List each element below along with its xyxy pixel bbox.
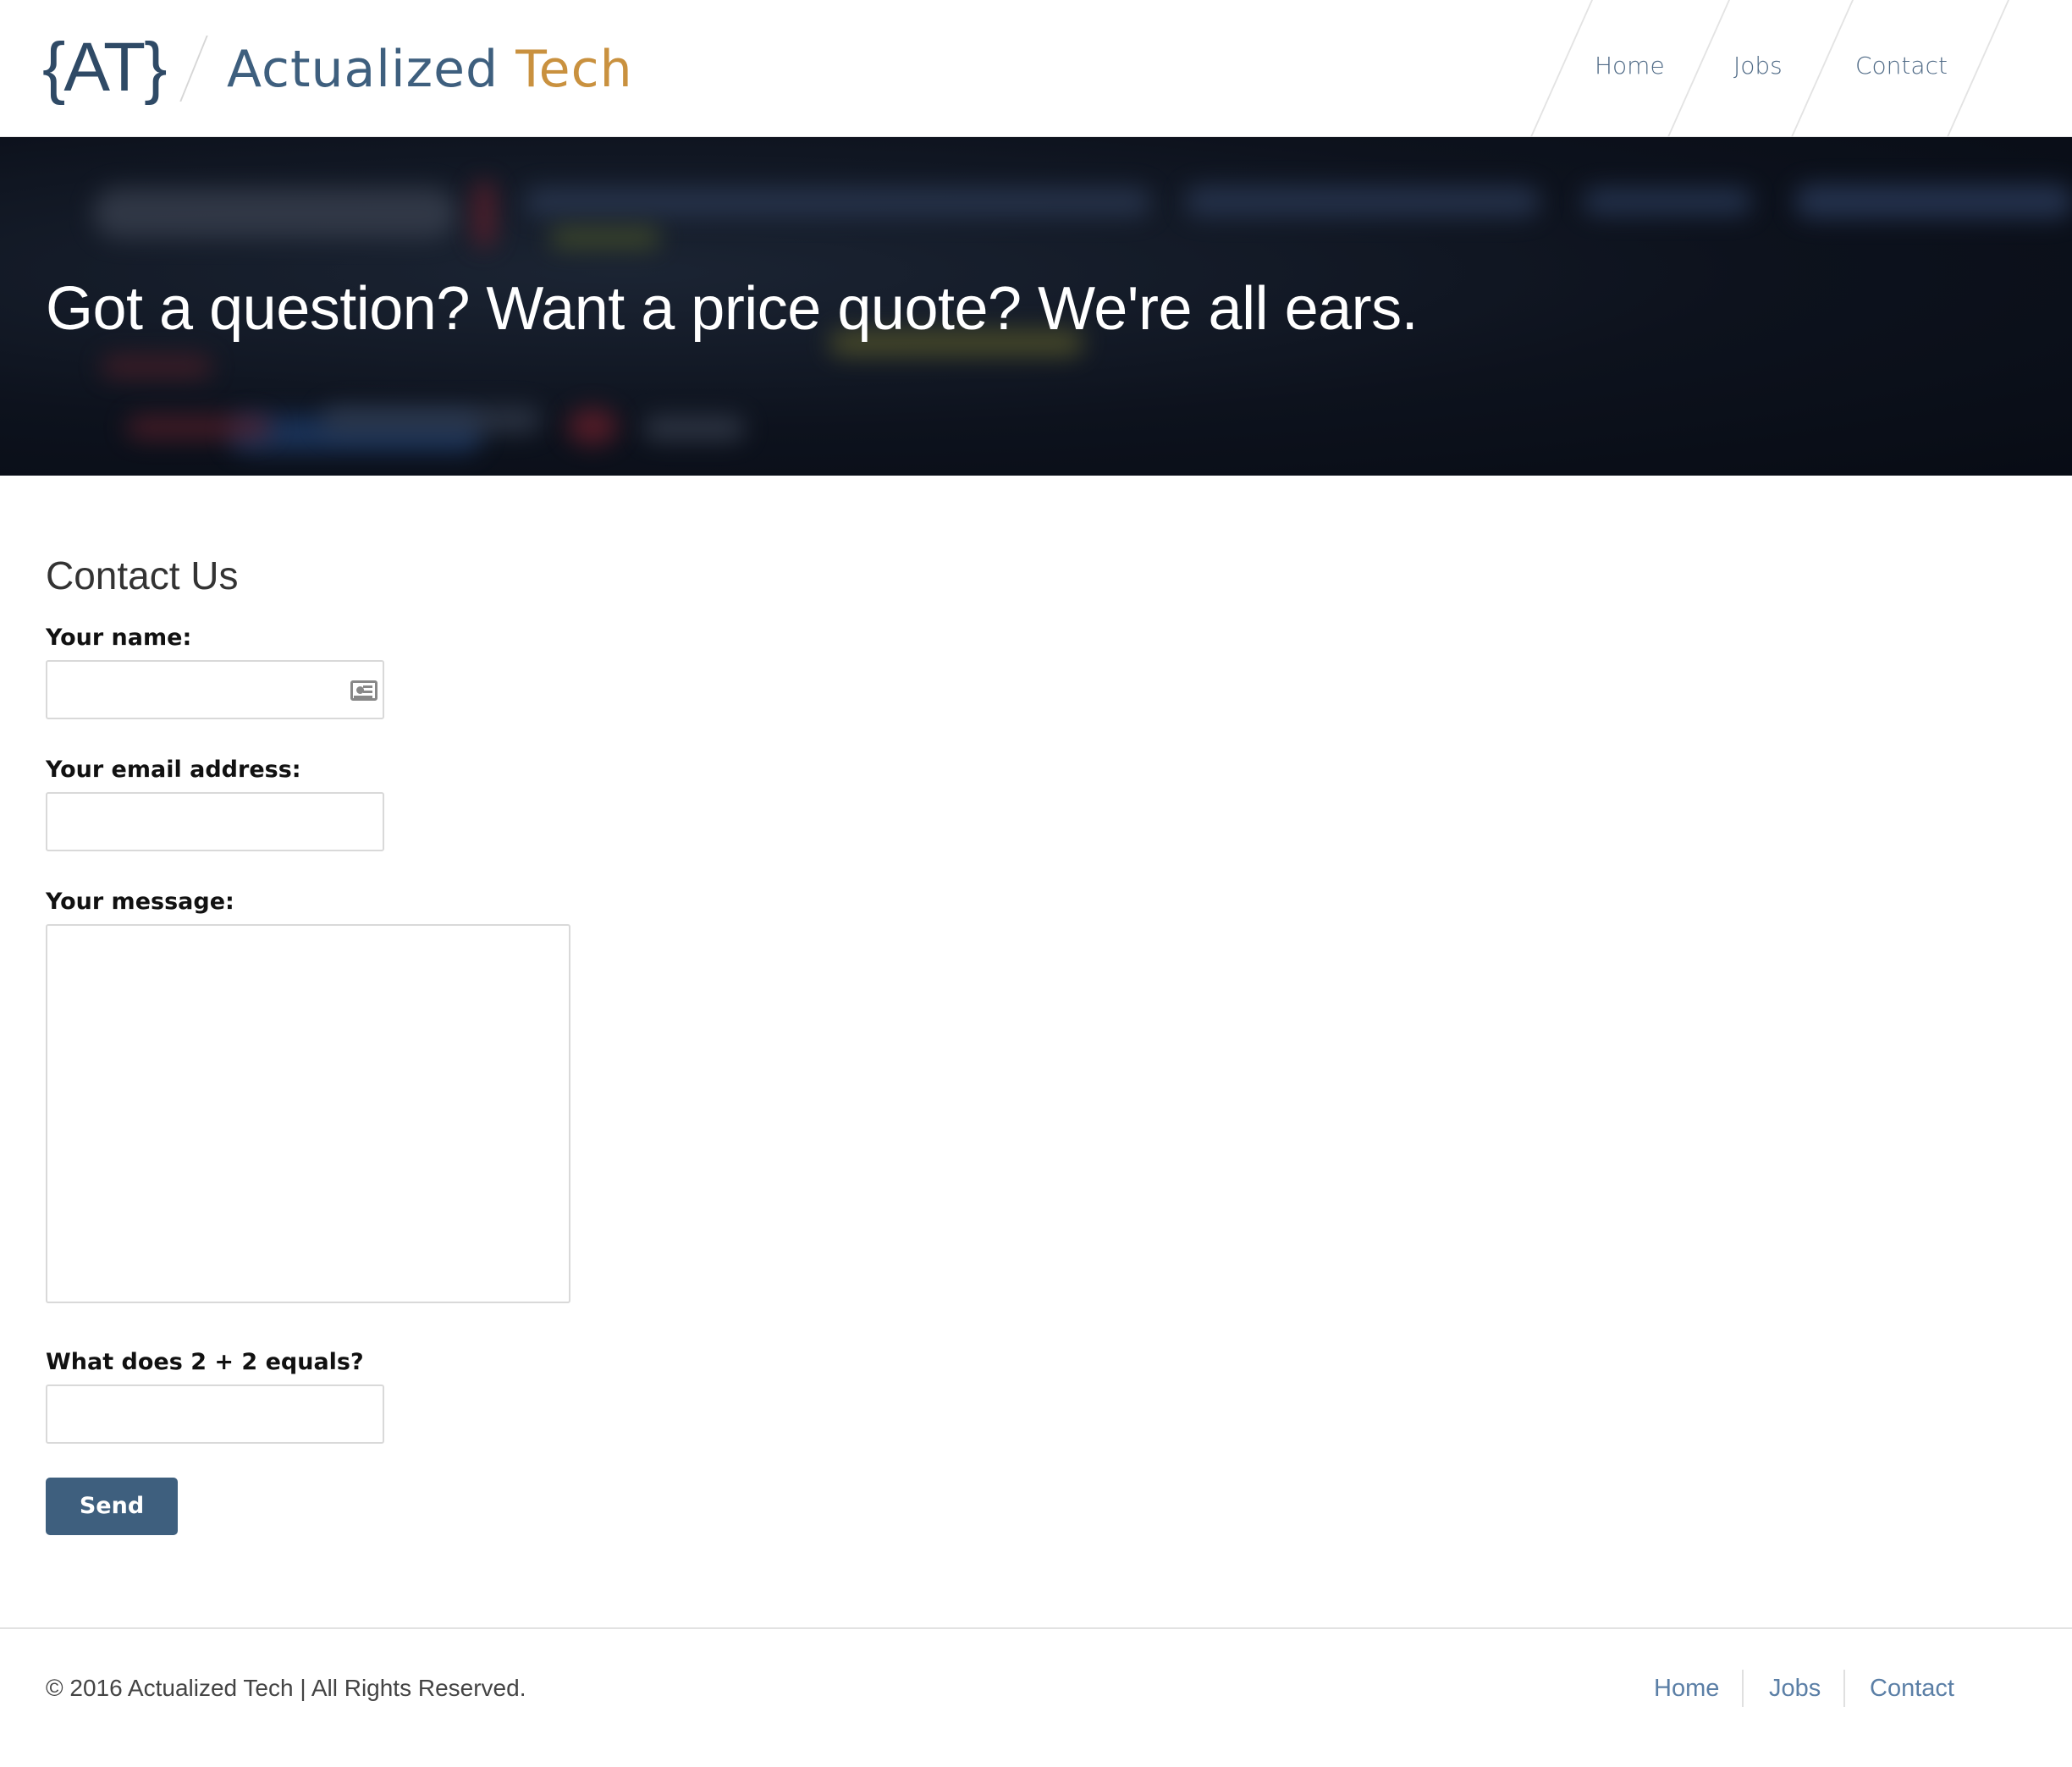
footer-link-contact[interactable]: Contact bbox=[1870, 1671, 1954, 1705]
footer-divider bbox=[1843, 1670, 1845, 1707]
hero-banner: Got a question? Want a price quote? We'r… bbox=[0, 137, 2072, 476]
contact-card-icon-line bbox=[363, 685, 372, 688]
nav-item-contact[interactable]: Contact bbox=[1855, 49, 1948, 83]
hero-bg-blur bbox=[1583, 188, 1752, 215]
hero-title: Got a question? Want a price quote? We'r… bbox=[46, 275, 1419, 343]
message-label: Your message: bbox=[46, 889, 234, 915]
contact-section: Contact Us Your name: Your email address… bbox=[0, 476, 2072, 1627]
hero-bg-blur bbox=[322, 406, 542, 433]
name-input[interactable] bbox=[46, 660, 384, 719]
site-footer: © 2016 Actualized Tech | All Rights Rese… bbox=[0, 1627, 2072, 1767]
email-input[interactable] bbox=[46, 792, 384, 851]
contact-card-icon[interactable] bbox=[350, 680, 377, 701]
contact-card-icon-line bbox=[363, 691, 372, 693]
hero-bg-blur bbox=[643, 416, 745, 440]
hero-bg-blur bbox=[1794, 184, 2072, 218]
message-textarea[interactable] bbox=[46, 924, 570, 1303]
captcha-input[interactable] bbox=[46, 1384, 384, 1444]
nav-divider bbox=[1667, 0, 1730, 137]
send-button[interactable]: Send bbox=[46, 1478, 178, 1535]
name-label: Your name: bbox=[46, 625, 192, 651]
hero-bg-blur bbox=[127, 416, 271, 438]
nav-divider bbox=[1529, 0, 1593, 137]
copyright-text: © 2016 Actualized Tech | All Rights Rese… bbox=[46, 1675, 526, 1701]
footer-link-home[interactable]: Home bbox=[1654, 1671, 1719, 1705]
page-title: Contact Us bbox=[46, 553, 239, 597]
footer-link-jobs[interactable]: Jobs bbox=[1769, 1671, 1821, 1705]
main-nav: Home Jobs Contact bbox=[0, 0, 2072, 137]
hero-bg-blur bbox=[474, 181, 494, 247]
site-header: {AT} Actualized Tech Home Jobs Contact bbox=[0, 0, 2072, 137]
captcha-label: What does 2 + 2 equals? bbox=[46, 1349, 364, 1375]
hero-bg-blur bbox=[102, 355, 212, 377]
hero-bg-blur bbox=[93, 188, 457, 239]
contact-card-icon-line bbox=[354, 696, 372, 698]
hero-bg-blur bbox=[550, 228, 660, 247]
nav-item-home[interactable]: Home bbox=[1595, 49, 1665, 83]
footer-divider bbox=[1742, 1670, 1744, 1707]
nav-item-jobs[interactable]: Jobs bbox=[1733, 49, 1783, 83]
nav-divider bbox=[1790, 0, 1854, 137]
hero-bg-blur bbox=[1185, 186, 1540, 217]
hero-bg-blur bbox=[525, 188, 1151, 217]
hero-bg-blur bbox=[567, 408, 618, 445]
nav-divider bbox=[1946, 0, 2009, 137]
email-label: Your email address: bbox=[46, 757, 301, 783]
